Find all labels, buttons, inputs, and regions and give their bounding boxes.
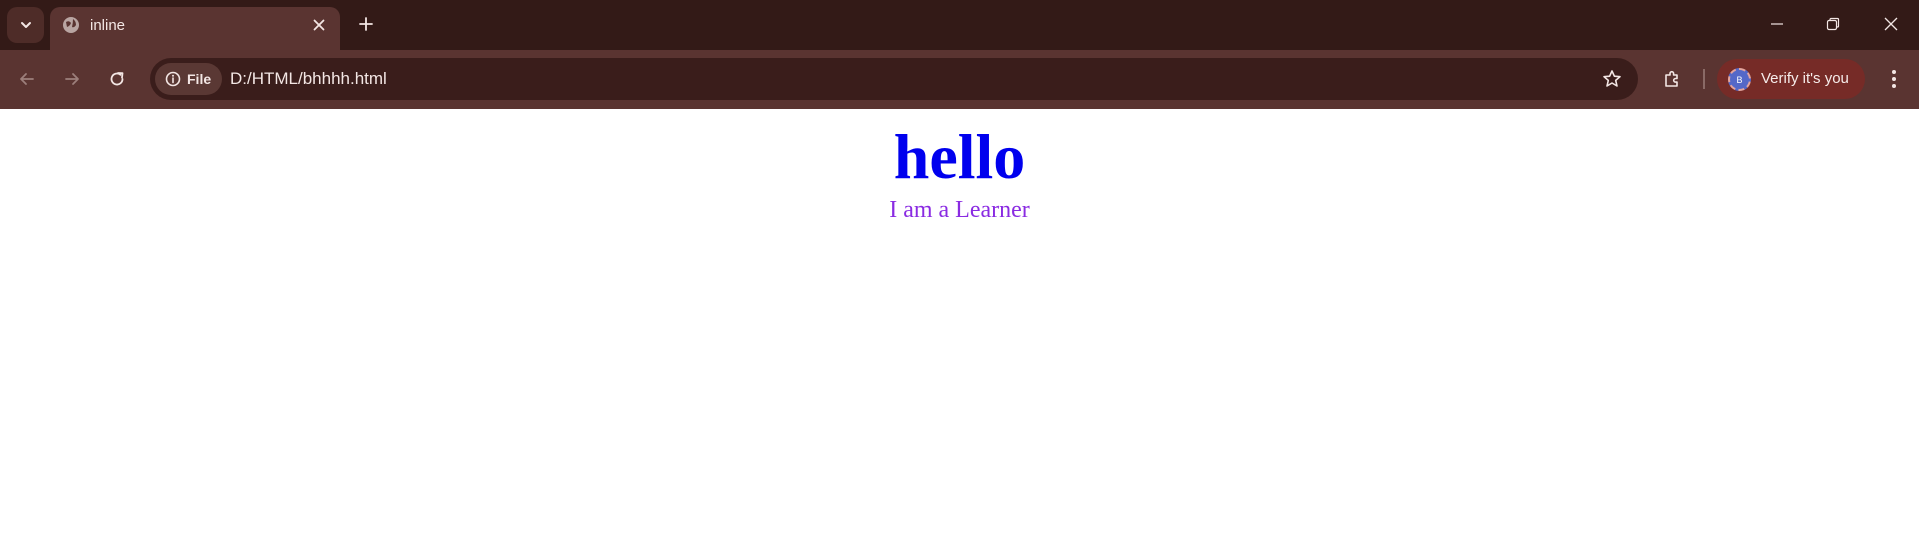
close-icon [313,19,325,31]
browser-toolbar: File D:/HTML/bhhhh.html B Verify it's yo… [0,50,1919,109]
site-info-chip[interactable]: File [155,63,222,95]
page-subtext: I am a Learner [889,197,1030,223]
minimize-button[interactable] [1749,0,1805,48]
avatar: B [1728,68,1751,91]
restore-button[interactable] [1805,0,1861,48]
forward-button[interactable] [55,62,89,96]
tab-strip: inline [0,0,1919,50]
reload-icon [110,72,124,86]
arrow-left-icon [20,73,34,85]
chevron-down-icon [20,22,31,28]
page-heading: hello [893,121,1026,192]
window-close-button[interactable] [1863,0,1919,48]
arrow-right-icon [65,73,79,85]
more-vertical-icon [1892,70,1896,88]
star-icon [1603,70,1621,87]
tab-search-button[interactable] [7,7,44,43]
tab-close-button[interactable] [306,12,332,38]
back-button[interactable] [10,62,44,96]
profile-label: Verify it's you [1761,70,1849,87]
puzzle-icon [1665,70,1678,87]
tab-active[interactable]: inline [50,7,340,50]
site-chip-label: File [187,71,212,87]
close-icon [1884,17,1898,31]
profile-button[interactable]: B Verify it's you [1717,59,1865,99]
toolbar-divider [1703,69,1705,89]
new-tab-button[interactable] [350,8,382,40]
bookmark-button[interactable] [1598,65,1626,93]
address-bar[interactable]: File D:/HTML/bhhhh.html [150,58,1638,100]
info-icon [165,71,181,87]
minimize-icon [1771,23,1783,25]
restore-icon [1826,17,1840,31]
browser-menu-button[interactable] [1877,62,1911,96]
reload-button[interactable] [100,62,134,96]
tab-title: inline [90,17,126,34]
extensions-button[interactable] [1655,62,1689,96]
plus-icon [359,17,373,31]
page-viewport: hello I am a Learner [0,109,1919,548]
globe-icon [63,17,79,33]
url-text[interactable]: D:/HTML/bhhhh.html [230,69,387,89]
